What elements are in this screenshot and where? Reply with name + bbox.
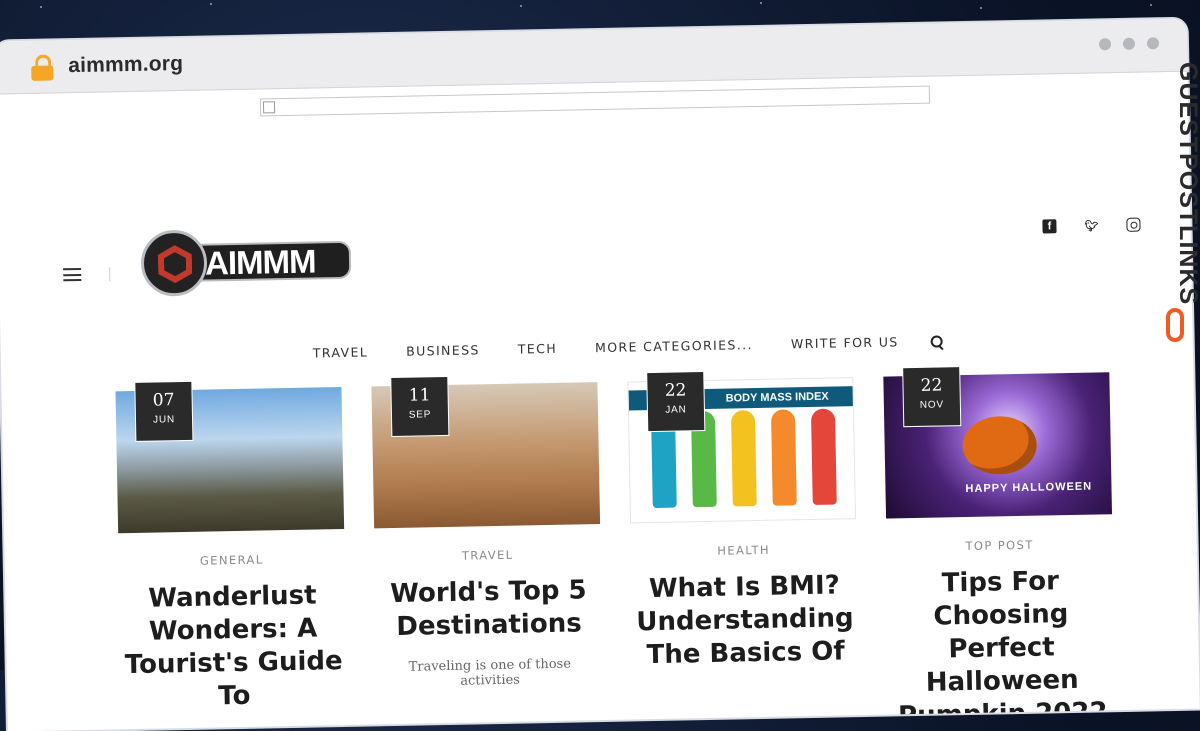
- nav-item-more-categories[interactable]: MORE CATEGORIES...: [595, 337, 753, 355]
- date-day: 11: [408, 385, 431, 406]
- facebook-icon[interactable]: f: [1042, 219, 1057, 234]
- date-badge: 07 JUN: [135, 381, 193, 441]
- figure-obesity: [770, 409, 797, 506]
- figure-extreme-obesity: [810, 408, 837, 505]
- hamburger-menu-icon[interactable]: [63, 267, 82, 282]
- post-card: 07 JUN GENERAL Wanderlust Wonders: A Tou…: [115, 381, 347, 715]
- social-links: f 🐦︎: [1042, 217, 1141, 234]
- post-card: HAPPY HALLOWEEN 22 NOV TOP POST Tips For…: [883, 367, 1116, 731]
- post-card: BODY MASS INDEX 22 JAN HEALTH What Is BM…: [627, 372, 859, 672]
- date-day: 22: [664, 380, 687, 401]
- post-card: 11 SEP TRAVEL World's Top 5 Destinations…: [371, 376, 603, 690]
- date-badge: 11 SEP: [391, 376, 449, 437]
- post-title[interactable]: Wanderlust Wonders: A Tourist's Guide To: [119, 579, 347, 715]
- date-badge: 22 JAN: [647, 372, 705, 432]
- watermark: GUESTPOSTLINKS: [1158, 62, 1200, 362]
- window-controls[interactable]: [1098, 37, 1160, 51]
- post-category[interactable]: GENERAL: [119, 551, 345, 569]
- date-month: NOV: [919, 399, 945, 411]
- site-logo[interactable]: AIMMM: [140, 227, 356, 301]
- ad-banner-placeholder[interactable]: [259, 85, 931, 117]
- watermark-text: GUESTPOSTLINKS: [1174, 62, 1200, 306]
- pumpkin-illustration: [962, 415, 1038, 476]
- window-dot-icon[interactable]: [1146, 37, 1160, 50]
- date-month: JAN: [665, 404, 687, 416]
- nav-item-business[interactable]: BUSINESS: [406, 342, 480, 358]
- post-title[interactable]: Tips For Choosing Perfect Halloween Pump…: [887, 564, 1116, 731]
- date-badge: 22 NOV: [903, 367, 961, 427]
- nav-item-write-for-us[interactable]: WRITE FOR US: [791, 334, 899, 351]
- date-day: 07: [152, 390, 175, 411]
- browser-window: aimmm.org AIMMM f 🐦︎ TRAVEL BUSINESS TEC…: [0, 18, 1200, 731]
- nav-item-tech[interactable]: TECH: [518, 341, 558, 357]
- window-dot-icon[interactable]: [1098, 38, 1112, 51]
- halloween-happy: HAPPY: [965, 482, 1009, 496]
- lock-icon: [31, 54, 54, 81]
- logo-text: AIMMM: [204, 242, 316, 282]
- post-category[interactable]: HEALTH: [631, 541, 857, 559]
- url-text[interactable]: aimmm.org: [68, 52, 183, 78]
- halloween-word: HALLOWEEN: [1012, 480, 1093, 495]
- search-icon[interactable]: [931, 335, 943, 347]
- date-day: 22: [920, 375, 943, 396]
- instagram-icon[interactable]: [1126, 217, 1141, 232]
- date-month: JUN: [153, 414, 176, 426]
- main-navigation: TRAVEL BUSINESS TECH MORE CATEGORIES... …: [313, 333, 943, 360]
- window-dot-icon[interactable]: [1122, 37, 1136, 50]
- date-month: SEP: [408, 409, 432, 421]
- post-category[interactable]: TRAVEL: [375, 546, 601, 564]
- chain-link-icon: [1166, 308, 1184, 342]
- logo-emblem: [140, 229, 208, 297]
- halloween-text: HAPPY HALLOWEEN: [965, 481, 1092, 495]
- figure-overweight: [730, 410, 757, 507]
- post-title[interactable]: What Is BMI? Understanding The Basics Of: [631, 569, 859, 672]
- post-excerpt: Traveling is one of those activities: [408, 656, 572, 689]
- page-content: AIMMM f 🐦︎ TRAVEL BUSINESS TECH MORE CAT…: [0, 71, 1200, 731]
- nav-item-travel[interactable]: TRAVEL: [313, 344, 369, 360]
- post-title[interactable]: World's Top 5 Destinations: [375, 574, 602, 644]
- divider: [109, 267, 111, 282]
- twitter-icon[interactable]: 🐦︎: [1084, 218, 1098, 232]
- browser-frame: aimmm.org AIMMM f 🐦︎ TRAVEL BUSINESS TEC…: [0, 0, 1200, 731]
- post-category[interactable]: TOP POST: [886, 536, 1112, 554]
- broken-image-icon: [262, 101, 276, 114]
